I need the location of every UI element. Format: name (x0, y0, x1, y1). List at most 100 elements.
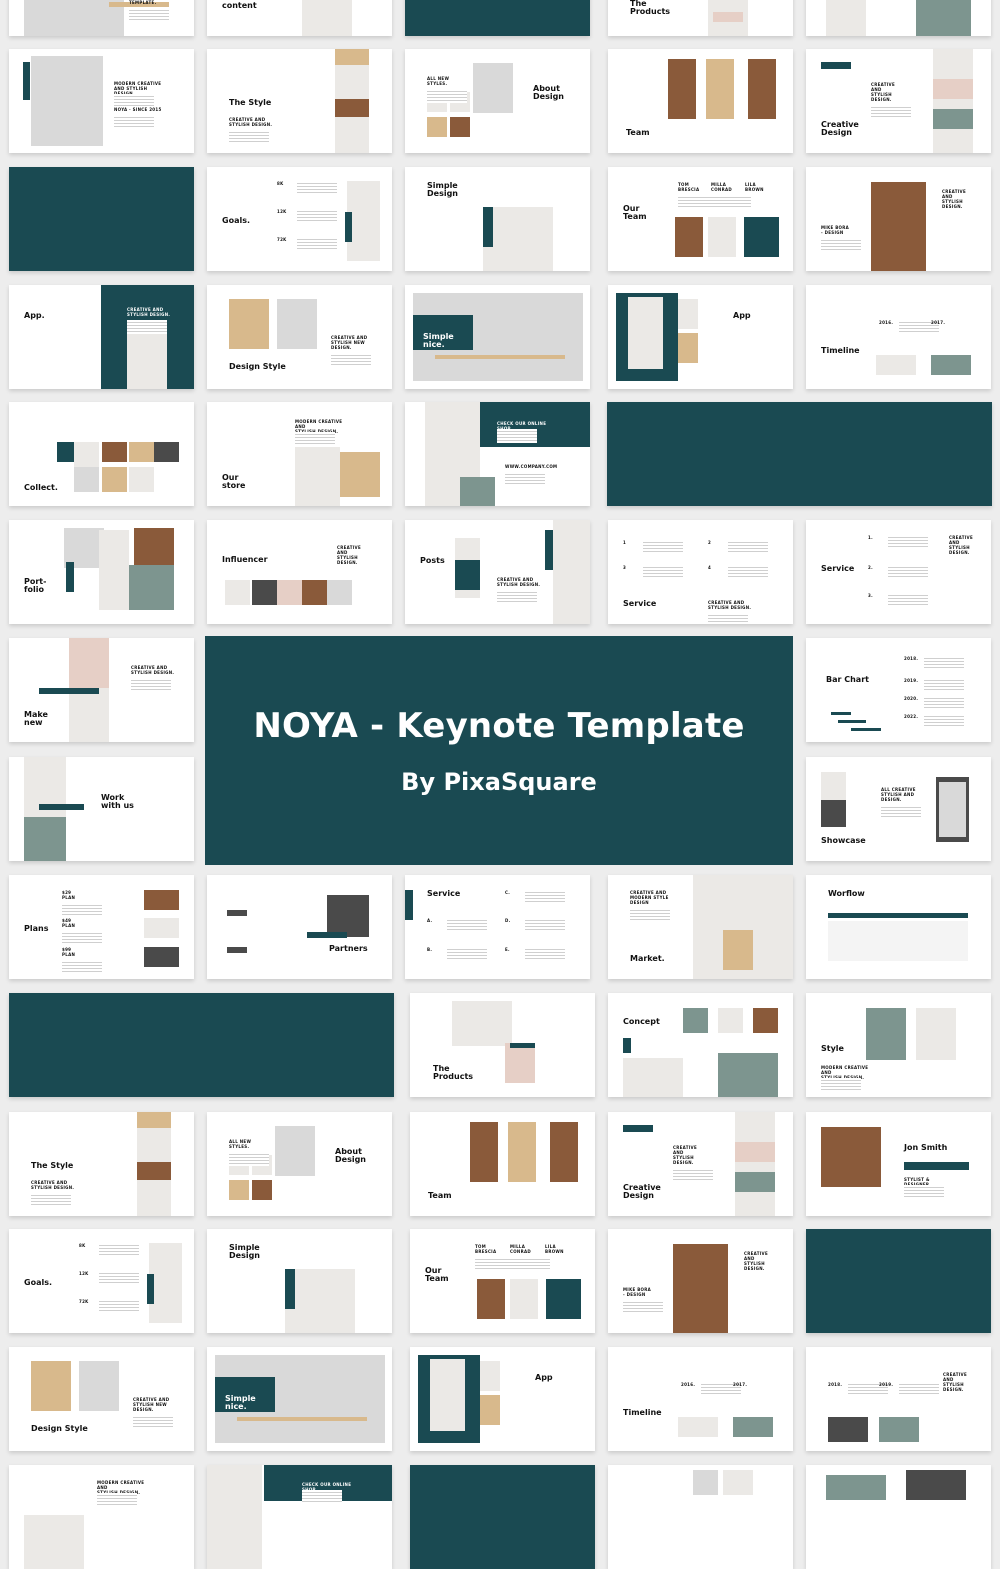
slide-image (102, 467, 127, 492)
slide-thumbnail[interactable]: Our Team TOM BRESCIA MILLA CONRAD LILA BROW… (608, 167, 793, 271)
slide-image (207, 1465, 262, 1569)
slide-thumbnail[interactable] (9, 167, 194, 271)
slide-thumbnail[interactable]: CHECK OUR ONLINE SHOPWWW.COMPANY.COM (405, 402, 590, 506)
slide-label: CREATIVE AND STYLISH DESIGN. (497, 577, 541, 587)
slide-thumbnail[interactable]: The Products (410, 993, 595, 1097)
slide-title: Team (428, 1191, 452, 1200)
slide-thumbnail[interactable]: content (207, 0, 392, 36)
slide-image (753, 1008, 778, 1033)
slide-image (327, 580, 352, 605)
slide-thumbnail[interactable]: Port- folio (9, 520, 194, 624)
slide-thumbnail[interactable]: Team (608, 49, 793, 153)
slide-thumbnail[interactable]: Simple Design (405, 167, 590, 271)
slide-thumbnail[interactable]: MODERN CREATIVE AND STYLISH DESIGN. (9, 1465, 194, 1569)
slide-thumbnail[interactable]: App (608, 285, 793, 389)
slide-thumbnail[interactable]: Design Style CREATIVE AND STYLISH NEW DES… (9, 1347, 194, 1451)
slide-thumbnail[interactable]: Goals. 8K 12K 72K (207, 167, 392, 271)
slide-thumbnail[interactable] (607, 402, 992, 506)
slide-thumbnail[interactable]: The Style CREATIVE AND STYLISH DESIGN. (9, 1112, 194, 1216)
slide-thumbnail[interactable]: Service 1. 2. 3. CREATIVE AND STYLISH DESIGN… (806, 520, 991, 624)
placeholder-text (643, 565, 683, 579)
slide-thumbnail[interactable]: Simple Design (207, 1229, 392, 1333)
slide-thumbnail[interactable]: TEMPLATE. (9, 0, 194, 36)
slide-thumbnail[interactable]: Timeline 2016. 2017. (608, 1347, 793, 1451)
slide-thumbnail[interactable]: About Design ALL NEW STYLES. (405, 49, 590, 153)
slide-image (510, 1043, 535, 1048)
slide-label: CREATIVE AND STYLISH NEW DESIGN. (133, 1397, 170, 1412)
slide-thumbnail[interactable]: Our Team TOM BRESCIA MILLA CONRAD LILA BROW… (410, 1229, 595, 1333)
slide-thumbnail[interactable] (9, 993, 394, 1097)
slide-thumbnail[interactable] (806, 0, 991, 36)
slide-label: CREATIVE AND STYLISH DESIGN. (131, 665, 175, 675)
slide-thumbnail[interactable]: Team (410, 1112, 595, 1216)
slide-thumbnail[interactable]: Our storeMODERN CREATIVE AND STYLISH DES… (207, 402, 392, 506)
slide-thumbnail[interactable] (410, 1465, 595, 1569)
slide-thumbnail[interactable]: 2018. 2019. CREATIVE AND STYLISH DESIGN. (806, 1347, 991, 1451)
slide-image (821, 62, 851, 69)
slide-thumbnail[interactable]: Work with us (9, 757, 194, 861)
slide-label: LILA BROWN (545, 1244, 564, 1254)
slide-label: 2022. (904, 714, 919, 719)
placeholder-text (133, 1415, 173, 1429)
slide-image (906, 1470, 966, 1500)
slide-thumbnail[interactable]: Jon SmithSTYLIST & DESIGNER (806, 1112, 991, 1216)
slide-image (335, 99, 369, 117)
slide-image (916, 0, 971, 36)
slide-thumbnail[interactable]: Creative Design CREATIVE AND STYLISH DESI… (608, 1112, 793, 1216)
slide-image (876, 355, 916, 375)
slide-title: Work with us (101, 793, 134, 810)
slide-thumbnail[interactable]: Showcase ALL CREATIVE STYLISH AND DESIGN. (806, 757, 991, 861)
slide-image (623, 1058, 683, 1097)
slide-label: 2019. (879, 1382, 894, 1387)
slide-thumbnail[interactable]: Posts CREATIVE AND STYLISH DESIGN. (405, 520, 590, 624)
slide-title: About Design (533, 84, 564, 101)
slide-thumbnail[interactable] (405, 0, 590, 36)
slide-thumbnail[interactable]: Creative Design CREATIVE AND STYLISH DESI… (806, 49, 991, 153)
slide-thumbnail[interactable]: Simple nice. (207, 1347, 392, 1451)
slide-image (838, 720, 866, 723)
slide-thumbnail[interactable]: App. CREATIVE AND STYLISH DESIGN. (9, 285, 194, 389)
slide-thumbnail[interactable]: Make new CREATIVE AND STYLISH DESIGN. (9, 638, 194, 742)
slide-thumbnail[interactable] (608, 1465, 793, 1569)
slide-thumbnail[interactable] (806, 1229, 991, 1333)
slide-thumbnail[interactable]: MODERN CREATIVE AND STYLISH DESIGN.NOYA … (9, 49, 194, 153)
slide-thumbnail[interactable]: The Style CREATIVE AND STYLISH DESIGN. (207, 49, 392, 153)
slide-image (678, 299, 698, 329)
slide-thumbnail[interactable]: Plans $29 PLAN $49 PLAN $99 PLAN (9, 875, 194, 979)
slide-thumbnail[interactable] (806, 1465, 991, 1569)
slide-thumbnail[interactable]: MIKE BORA - DESIGN CREATIVE AND STYLISH D… (608, 1229, 793, 1333)
slide-thumbnail[interactable]: Design Style CREATIVE AND STYLISH NEW DES… (207, 285, 392, 389)
slide-thumbnail[interactable]: Bar Chart 2018. 2019. 2020. 2022. (806, 638, 991, 742)
slide-image (144, 918, 179, 938)
slide-title: Service (821, 564, 855, 573)
slide-image (933, 109, 973, 129)
slide-thumbnail[interactable]: About Design ALL NEW STYLES. (207, 1112, 392, 1216)
slide-thumbnail[interactable]: Influencer CREATIVE AND STYLISH DESIGN. (207, 520, 392, 624)
slide-label: CREATIVE AND STYLISH DESIGN. (708, 600, 752, 610)
slide-image (939, 782, 966, 837)
slide-thumbnail[interactable]: Worflow (806, 875, 991, 979)
placeholder-text (510, 1257, 550, 1271)
slide-thumbnail[interactable]: Service A. B. C. D. E. (405, 875, 590, 979)
slide-thumbnail[interactable]: Collect. (9, 402, 194, 506)
slide-thumbnail[interactable]: StyleMODERN CREATIVE AND STYLISH DESIGN. (806, 993, 991, 1097)
slide-title: Design Style (31, 1424, 88, 1433)
placeholder-text (131, 678, 171, 692)
slide-thumbnail[interactable]: App (410, 1347, 595, 1451)
placeholder-text (673, 1168, 713, 1182)
slide-thumbnail[interactable]: Goals. 8K 12K 72K (9, 1229, 194, 1333)
placeholder-text (229, 130, 269, 144)
slide-thumbnail[interactable]: MIKE BORA - DESIGN CREATIVE AND STYLISH D… (806, 167, 991, 271)
slide-thumbnail[interactable]: Service 1 2 3 4 CREATIVE AND STYLISH DESIGN. (608, 520, 793, 624)
placeholder-text (297, 181, 337, 195)
slide-thumbnail[interactable]: Partners (207, 875, 392, 979)
slide-thumbnail[interactable]: Concept (608, 993, 793, 1097)
slide-thumbnail[interactable]: Timeline 2016. 2017. (806, 285, 991, 389)
slide-thumbnail[interactable]: CHECK OUR ONLINE SHOP (207, 1465, 392, 1569)
placeholder-text (623, 1300, 663, 1314)
slide-image (675, 217, 703, 257)
slide-image (307, 932, 347, 938)
slide-thumbnail[interactable]: Simple nice. (405, 285, 590, 389)
slide-thumbnail[interactable]: Market. CREATIVE AND MODERN STYLE DESIGN (608, 875, 793, 979)
slide-thumbnail[interactable]: The Products (608, 0, 793, 36)
